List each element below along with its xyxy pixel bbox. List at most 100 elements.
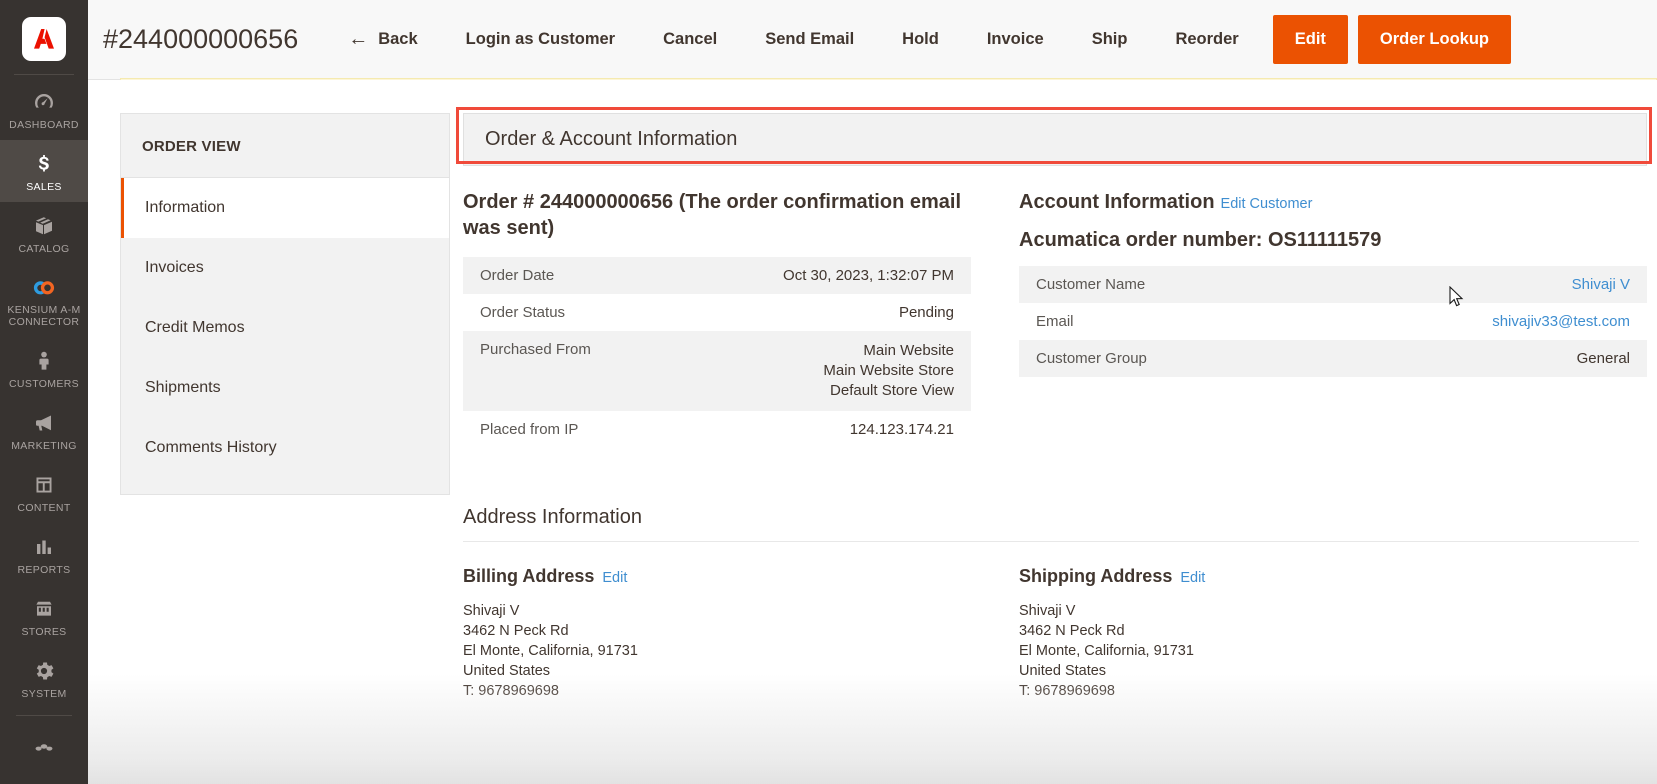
order-lookup-button[interactable]: Order Lookup [1357,15,1511,64]
billing-address-lines: Shivaji V 3462 N Peck Rd El Monte, Calif… [463,603,638,699]
email-link[interactable]: shivajiv33@test.com [1492,313,1630,330]
sidebar-divider-bottom [16,715,72,716]
sidebar-item-label: Dashboard [9,119,79,132]
order-date-label: Order Date [463,257,674,294]
billing-address-edit-link[interactable]: Edit [602,570,627,586]
customer-name-link[interactable]: Shivaji V [1572,276,1630,293]
billing-address-block: Billing Address Edit Shivaji V 3462 N Pec… [463,566,1019,701]
login-as-customer-button[interactable]: Login as Customer [442,0,639,79]
sidebar-item-label: Content [17,502,71,515]
sidebar-item-label: Marketing [11,440,77,453]
purchased-from-label: Purchased From [463,331,674,411]
order-view-panel: ORDER VIEW Information Invoices Credit M… [120,113,450,495]
page-title: #244000000656 [103,24,299,54]
order-view-item-shipments[interactable]: Shipments [121,358,449,418]
shipping-address-heading-text: Shipping Address [1019,566,1173,586]
sidebar-item-label: Catalog [18,243,70,256]
layout-page-icon [32,472,56,498]
sidebar-item-kensium-am-connector[interactable]: Kensium A-M Connector [0,264,88,337]
shipping-address-edit-link[interactable]: Edit [1180,570,1205,586]
dollar-sign-icon [32,151,56,177]
table-row: Customer Name Shivaji V [1019,266,1647,303]
reorder-button[interactable]: Reorder [1151,0,1262,79]
person-icon [32,348,56,374]
order-information-column: Order # 244000000656 (The order confirma… [463,189,1019,448]
ship-button[interactable]: Ship [1068,0,1152,79]
billing-address-heading-text: Billing Address [463,566,595,586]
sidebar-item-dashboard[interactable]: Dashboard [0,78,88,140]
customer-name-label: Customer Name [1019,266,1307,303]
sidebar-item-sales[interactable]: Sales [0,140,88,203]
table-row: Order Date Oct 30, 2023, 1:32:07 PM [463,257,971,294]
sidebar-item-find-partners[interactable] [0,722,88,784]
back-button-label: Back [378,30,418,48]
invoice-button[interactable]: Invoice [963,0,1068,79]
order-view-item-information[interactable]: Information [121,178,449,238]
placed-from-ip-value: 124.123.174.21 [849,421,954,438]
order-view-item-comments-history[interactable]: Comments History [121,418,449,478]
account-information-heading: Account Information Edit Customer [1019,189,1647,217]
section-header-wrap: Order & Account Information [456,107,1652,166]
kensium-link-icon [31,275,57,300]
email-label: Email [1036,313,1074,330]
arrow-left-icon: ← [348,28,369,50]
gear-icon [32,658,56,684]
sidebar-item-label: Customers [8,378,80,391]
table-row: Placed from IP 124.123.174.21 [463,411,971,448]
sidebar-item-stores[interactable]: Stores [0,585,88,647]
order-account-information-header: Order & Account Information [463,113,1647,166]
acumatica-order-number: Acumatica order number: OS11111579 [1019,229,1382,251]
hold-button[interactable]: Hold [878,0,963,79]
sidebar-item-system[interactable]: System [0,647,88,709]
order-heading: Order # 244000000656 (The order confirma… [463,191,961,239]
order-account-columns: Order # 244000000656 (The order confirma… [463,189,1647,448]
order-information-table: Order Date Oct 30, 2023, 1:32:07 PM Orde… [463,257,971,448]
address-columns: Billing Address Edit Shivaji V 3462 N Pec… [463,566,1647,701]
address-information-section: Address Information Billing Address Edit … [463,506,1647,701]
order-view-item-credit-memos[interactable]: Credit Memos [121,298,449,358]
sidebar-item-content[interactable]: Content [0,461,88,523]
order-information-main: Order & Account Information Order # 2440… [456,107,1652,784]
customer-name-value: Shivaji V [1306,266,1647,303]
table-row: Purchased From Main Website Main Website… [463,331,971,411]
sidebar-item-catalog[interactable]: Catalog [0,202,88,264]
sidebar-item-label: Sales [26,181,62,194]
sidebar-item-customers[interactable]: Customers [0,337,88,399]
email-value: shivajiv33@test.com [1306,303,1647,340]
customer-group-label: Customer Group [1019,340,1307,377]
order-view-item-invoices[interactable]: Invoices [121,238,449,298]
sidebar-item-marketing[interactable]: Marketing [0,399,88,461]
order-view-panel-title: ORDER VIEW [121,114,449,178]
content-area: ORDER VIEW Information Invoices Credit M… [88,80,1657,784]
sidebar-item-label: Reports [17,564,71,577]
placed-from-ip-label: Placed from IP [480,421,579,438]
page-header: #244000000656 ← Back Login as Customer C… [88,0,1657,80]
adobe-commerce-logo-icon [22,17,66,62]
shipping-address-heading: Shipping Address Edit [1019,566,1647,587]
order-status-label: Order Status [480,304,566,321]
back-button[interactable]: ← Back [324,0,441,79]
table-row: Email shivajiv33@test.com [1019,303,1647,340]
shipping-address-lines: Shivaji V 3462 N Peck Rd El Monte, Calif… [1019,603,1194,699]
billing-address-heading: Billing Address Edit [463,566,1019,587]
shipping-address-block: Shipping Address Edit Shivaji V 3462 N Pe… [1019,566,1647,701]
edit-button[interactable]: Edit [1272,15,1348,64]
account-information-column: Account Information Edit Customer Acumati… [1019,189,1647,448]
send-email-button[interactable]: Send Email [741,0,878,79]
sidebar-item-reports[interactable]: Reports [0,523,88,585]
sidebar-item-label: System [21,688,67,701]
header-action-bar: ← Back Login as Customer Cancel Send Ema… [324,0,1657,79]
box-icon [32,213,56,239]
cancel-button[interactable]: Cancel [639,0,741,79]
purchased-from-value: Main Website Main Website Store Default … [673,331,971,411]
order-date-value: Oct 30, 2023, 1:32:07 PM [673,257,971,294]
sidebar-item-label: Stores [21,626,67,639]
puzzle-extensions-icon [32,739,56,765]
account-information-heading-text: Account Information [1019,191,1215,213]
bar-chart-icon [32,534,56,560]
megaphone-icon [32,410,56,436]
logo-area[interactable] [0,0,88,78]
address-information-title: Address Information [463,506,1639,542]
sidebar-item-label: Kensium A-M Connector [7,304,81,329]
edit-customer-link[interactable]: Edit Customer [1221,196,1313,212]
